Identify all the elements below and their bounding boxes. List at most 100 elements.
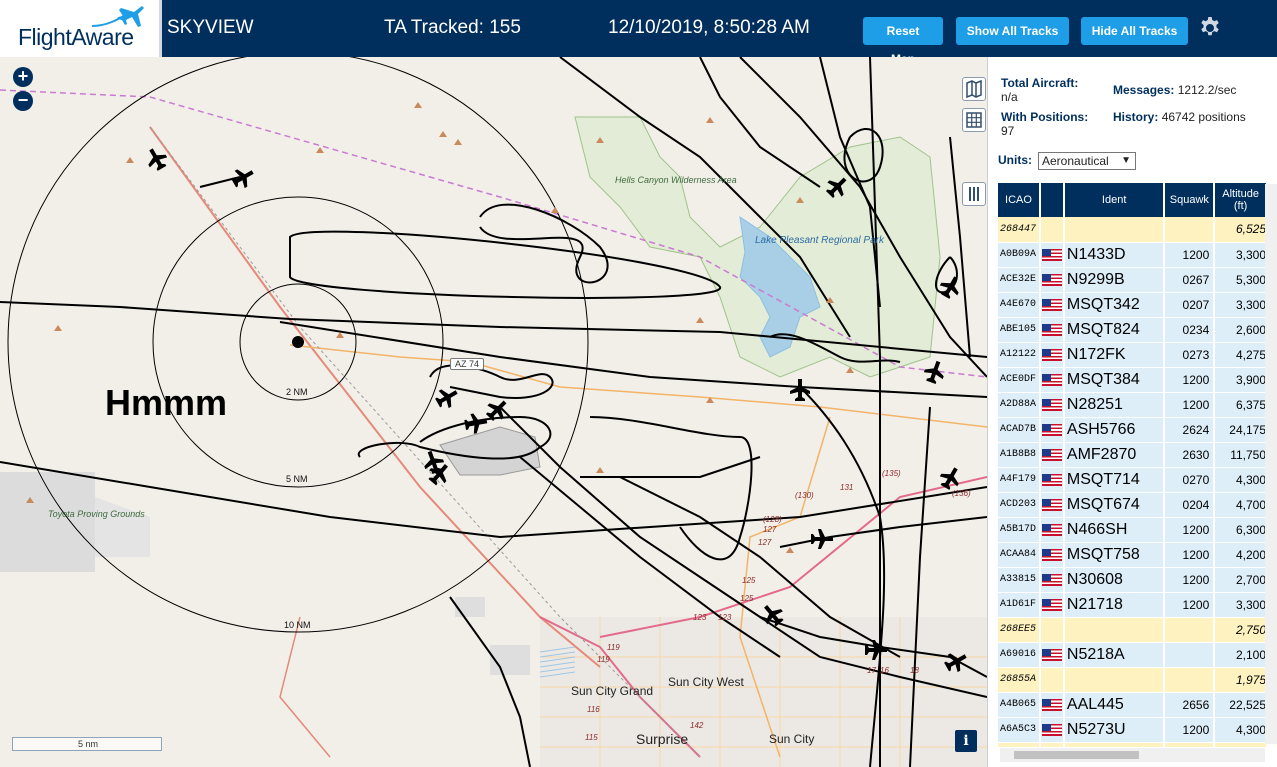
altitude-cell: 1,975 [1214, 667, 1268, 693]
table-row[interactable]: ACAD7B ASH5766 2624 24,175 [998, 417, 1268, 443]
road-label: 127 [758, 538, 772, 547]
road-label: (136) [952, 489, 971, 498]
table-row[interactable]: A4B065 AAL445 2656 22,525 [998, 692, 1268, 718]
flag-cell [1039, 242, 1065, 268]
table-vertical-scrollbar[interactable] [1265, 184, 1277, 744]
squawk-cell: 1200 [1164, 392, 1216, 418]
history-value: 46742 positions [1161, 110, 1246, 124]
panel-toggle-button[interactable] [962, 182, 986, 206]
squawk-cell [1164, 742, 1216, 747]
squawk-cell: 0273 [1164, 342, 1216, 368]
column-header-ident[interactable]: Ident [1063, 183, 1166, 217]
icao-cell: A1D61F [998, 592, 1041, 618]
flag-cell [1039, 217, 1065, 243]
road-label: 119 [597, 655, 610, 664]
table-row[interactable]: A1B8B8 AMF2870 2630 11,750 [998, 442, 1268, 468]
flag-cell [1039, 367, 1065, 393]
ident-cell [1063, 742, 1166, 747]
squawk-cell: 0267 [1164, 267, 1216, 293]
ident-cell: N1433D [1063, 242, 1166, 268]
road-label: 123 [693, 613, 707, 622]
squawk-cell: 0270 [1164, 467, 1216, 493]
road-label: 125 [742, 576, 756, 585]
table-row[interactable]: 268EE5 2,750 [998, 617, 1268, 643]
squawk-cell: 2624 [1164, 417, 1216, 443]
table-row[interactable]: A4E670 MSQT342 0207 3,300 [998, 292, 1268, 318]
table-row[interactable]: A4F179 MSQT714 0270 4,300 [998, 467, 1268, 493]
table-row[interactable]: ACE0DF MSQT384 1200 3,900 [998, 367, 1268, 393]
table-row[interactable]: A2D88A N28251 1200 6,375 [998, 392, 1268, 418]
ident-cell: N9299B [1063, 267, 1166, 293]
table-row[interactable]: 268447 6,525 [998, 217, 1268, 243]
icao-cell: A1B8B8 [998, 442, 1041, 468]
label-lake-pleasant: Lake Pleasant Regional Park [755, 235, 884, 246]
show-all-tracks-button[interactable]: Show All Tracks [956, 17, 1069, 45]
table-row[interactable]: A0B09A N1433D 1200 3,300 [998, 242, 1268, 268]
table-row[interactable]: 26855A 1,975 [998, 667, 1268, 693]
squawk-cell [1164, 617, 1216, 643]
table-row[interactable]: A6A5C3 N5273U 1200 4,300 [998, 717, 1268, 743]
table-row[interactable]: A33815 N30608 1200 2,700 [998, 567, 1268, 593]
icao-cell: 268EE5 [998, 617, 1041, 643]
info-button[interactable]: i [955, 730, 977, 752]
map-view[interactable]: + − Hells Canyon Wilderness Area Lake Pl… [0, 57, 987, 767]
flightaware-logo[interactable]: FlightAware [0, 0, 162, 57]
flag-cell [1039, 392, 1065, 418]
ident-cell: N30608 [1063, 567, 1166, 593]
us-flag-icon [1041, 399, 1062, 412]
ident-cell: ASH5766 [1063, 417, 1166, 443]
table-row[interactable]: ACE32E N9299B 0267 5,300 [998, 267, 1268, 293]
altitude-cell: 3,300 [1214, 242, 1268, 268]
flag-cell [1039, 692, 1065, 718]
altitude-cell: 3,300 [1214, 592, 1268, 618]
receiver-location [292, 336, 304, 348]
squawk-cell [1164, 667, 1216, 693]
ident-cell [1063, 667, 1166, 693]
table-row[interactable]: A1D61F N21718 1200 3,300 [998, 592, 1268, 618]
label-surprise: Surprise [636, 731, 689, 747]
zoom-out-button[interactable]: − [13, 91, 33, 111]
altitude-cell: 4,275 [1214, 342, 1268, 368]
squawk-cell [1164, 642, 1216, 668]
altitude-cell: 5,300 [1214, 267, 1268, 293]
table-row[interactable]: A69016 N5218A 2,100 [998, 642, 1268, 668]
road-label: 131 [840, 483, 854, 492]
road-label: 17 [867, 666, 876, 675]
road-label: 123 [718, 613, 732, 622]
altitude-cell: 4,700 [1214, 492, 1268, 518]
table-row[interactable]: ACAA84 MSQT758 1200 4,200 [998, 542, 1268, 568]
label-sun-city-west: Sun City West [668, 675, 744, 689]
reset-map-button[interactable]: Reset Map [863, 17, 943, 66]
table-row[interactable]: A12122 N172FK 0273 4,275 [998, 342, 1268, 368]
map-layers-button[interactable] [962, 77, 986, 101]
label-az74: AZ 74 [450, 358, 485, 370]
scrollbar-thumb[interactable] [1014, 751, 1139, 759]
aircraft-table-container[interactable]: ICAO Ident Squawk Altitude (ft) 268447 6,… [998, 183, 1268, 747]
grid-toggle-button[interactable] [962, 108, 986, 132]
us-flag-icon [1041, 449, 1062, 462]
column-header-squawk[interactable]: Squawk [1164, 183, 1216, 217]
table-row[interactable]: ACD203 MSQT674 0204 4,700 [998, 492, 1268, 518]
ident-cell: N21718 [1063, 592, 1166, 618]
us-flag-icon [1041, 549, 1062, 562]
altitude-cell: 11,750 [1214, 442, 1268, 468]
zoom-in-button[interactable]: + [13, 67, 33, 87]
site-title: SKYVIEW [167, 17, 254, 38]
column-header-altitude[interactable]: Altitude (ft) [1214, 183, 1268, 217]
table-row[interactable]: ABE105 MSQT824 0234 2,600 [998, 317, 1268, 343]
road-label: 18 [910, 666, 919, 675]
gear-icon[interactable] [1198, 16, 1222, 40]
table-row[interactable]: 26836D 2,275 [998, 742, 1268, 747]
column-header-icao[interactable]: ICAO [998, 183, 1041, 217]
road-label: (135) [882, 469, 901, 478]
table-horizontal-scrollbar[interactable] [1000, 748, 1265, 762]
scale-label: 5 nm [77, 739, 98, 749]
units-select[interactable]: Aeronautical ▼ [1038, 152, 1136, 170]
icao-cell: A6A5C3 [998, 717, 1041, 743]
ident-cell: MSQT674 [1063, 492, 1166, 518]
hide-all-tracks-button[interactable]: Hide All Tracks [1081, 17, 1188, 45]
icao-cell: A0B09A [998, 242, 1041, 268]
table-row[interactable]: A5B17D N466SH 1200 6,300 [998, 517, 1268, 543]
ident-cell: MSQT342 [1063, 292, 1166, 318]
column-header-flag[interactable] [1039, 183, 1065, 217]
